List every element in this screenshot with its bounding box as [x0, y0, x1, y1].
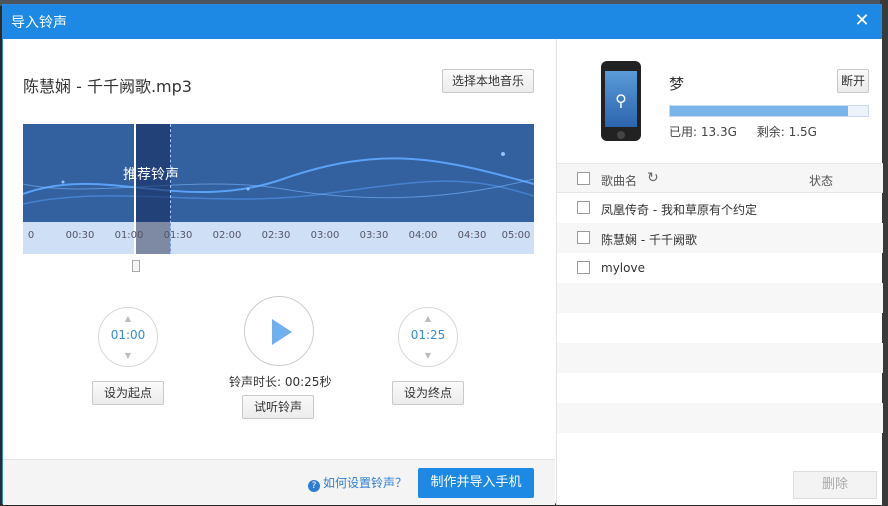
import-ringtone-dialog: 导入铃声 ✕ 陈慧娴 - 千千阙歌.mp3 选择本地音乐 推荐铃声 0 00:3… [2, 4, 883, 505]
start-drag-handle[interactable] [132, 260, 140, 272]
question-icon: ? [308, 480, 320, 492]
dialog-title: 导入铃声 [11, 15, 67, 31]
storage-text: 已用: 13.3G 剩余: 1.5G [669, 123, 833, 140]
tick-label: 01:00 [114, 230, 144, 241]
select-local-music-button[interactable]: 选择本地音乐 [442, 69, 534, 93]
row-checkbox[interactable] [577, 201, 590, 214]
song-title: 陈慧娴 - 千千阙歌 [601, 233, 697, 247]
used-label: 已用: 13.3G [669, 125, 737, 139]
tick-label: 01:30 [163, 230, 193, 241]
end-time-stepper[interactable]: ▲ 01:25 ▼ [398, 307, 458, 367]
close-icon[interactable]: ✕ [851, 10, 873, 32]
select-all-checkbox[interactable] [577, 172, 590, 185]
set-end-button[interactable]: 设为终点 [392, 381, 464, 405]
song-title: mylove [601, 261, 645, 275]
tick-label: 03:00 [310, 230, 340, 241]
song-list-header: 歌曲名 ↻ 状态 [557, 163, 883, 193]
make-import-button[interactable]: 制作并导入手机 [418, 468, 534, 498]
disconnect-button[interactable]: 断开 [837, 69, 869, 93]
waveform-graphic [23, 152, 534, 205]
row-checkbox[interactable] [577, 231, 590, 244]
footer: ? 如何设置铃声？ 制作并导入手机 [3, 459, 555, 505]
chevron-up-icon[interactable]: ▲ [399, 314, 457, 323]
file-name: 陈慧娴 - 千千阙歌.mp3 [23, 77, 192, 96]
set-start-button[interactable]: 设为起点 [92, 381, 164, 405]
tick-label: 04:30 [457, 230, 487, 241]
tick-label: 0 [27, 230, 35, 241]
preview-ringtone-button[interactable]: 试听铃声 [242, 395, 314, 419]
tick-label: 02:00 [212, 230, 242, 241]
list-item[interactable]: 陈慧娴 - 千千阙歌 [557, 223, 883, 253]
phone-icon: ⚲ [601, 61, 641, 141]
play-icon [272, 319, 292, 345]
tick-label: 04:00 [408, 230, 438, 241]
empty-row [557, 343, 883, 373]
tick-label: 02:30 [261, 230, 291, 241]
play-button[interactable] [244, 296, 314, 366]
tick-label: 00:30 [65, 230, 95, 241]
tick-label: 05:00 [501, 230, 531, 241]
col-song-name: 歌曲名 [601, 174, 638, 188]
song-title: 凤凰传奇 - 我和草原有个约定 [601, 203, 757, 217]
duration-text: 铃声时长: 00:25秒 [229, 375, 332, 389]
phone-screen: ⚲ [605, 71, 637, 127]
empty-row [557, 283, 883, 313]
tick-label: 03:30 [359, 230, 389, 241]
start-time-stepper[interactable]: ▲ 01:00 ▼ [98, 307, 158, 367]
refresh-icon[interactable]: ↻ [647, 170, 659, 186]
list-item[interactable]: mylove [557, 253, 883, 283]
recommend-label: 推荐铃声 [123, 167, 179, 183]
storage-bar [669, 105, 869, 117]
end-time-value: 01:25 [410, 328, 446, 342]
empty-row [557, 403, 883, 433]
chevron-down-icon[interactable]: ▼ [399, 351, 457, 360]
storage-fill [670, 106, 849, 116]
list-item[interactable]: 凤凰传奇 - 我和草原有个约定 [557, 193, 883, 223]
waveform[interactable]: 推荐铃声 0 00:30 01:00 01:30 02:00 02:30 03:… [23, 124, 534, 254]
delete-button[interactable]: 删除 [793, 471, 877, 499]
usb-icon: ⚲ [615, 91, 627, 110]
device-panel: ⚲ 梦 断开 已用: 13.3G 剩余: 1.5G 歌曲名 ↻ 状态 凤凰传奇 … [556, 39, 883, 505]
row-checkbox[interactable] [577, 261, 590, 274]
free-label: 剩余: 1.5G [756, 125, 817, 139]
howto-label: 如何设置铃声？ [323, 476, 408, 490]
start-time-value: 01:00 [110, 328, 146, 342]
howto-link[interactable]: ? 如何设置铃声？ [308, 474, 407, 492]
editor-panel: 陈慧娴 - 千千阙歌.mp3 选择本地音乐 推荐铃声 0 00:30 01:00… [3, 39, 555, 505]
home-button-icon [617, 131, 625, 139]
col-status: 状态 [809, 174, 834, 188]
chevron-up-icon[interactable]: ▲ [99, 314, 157, 323]
titlebar: 导入铃声 ✕ [3, 5, 881, 39]
device-name: 梦 [669, 75, 685, 93]
chevron-down-icon[interactable]: ▼ [99, 351, 157, 360]
